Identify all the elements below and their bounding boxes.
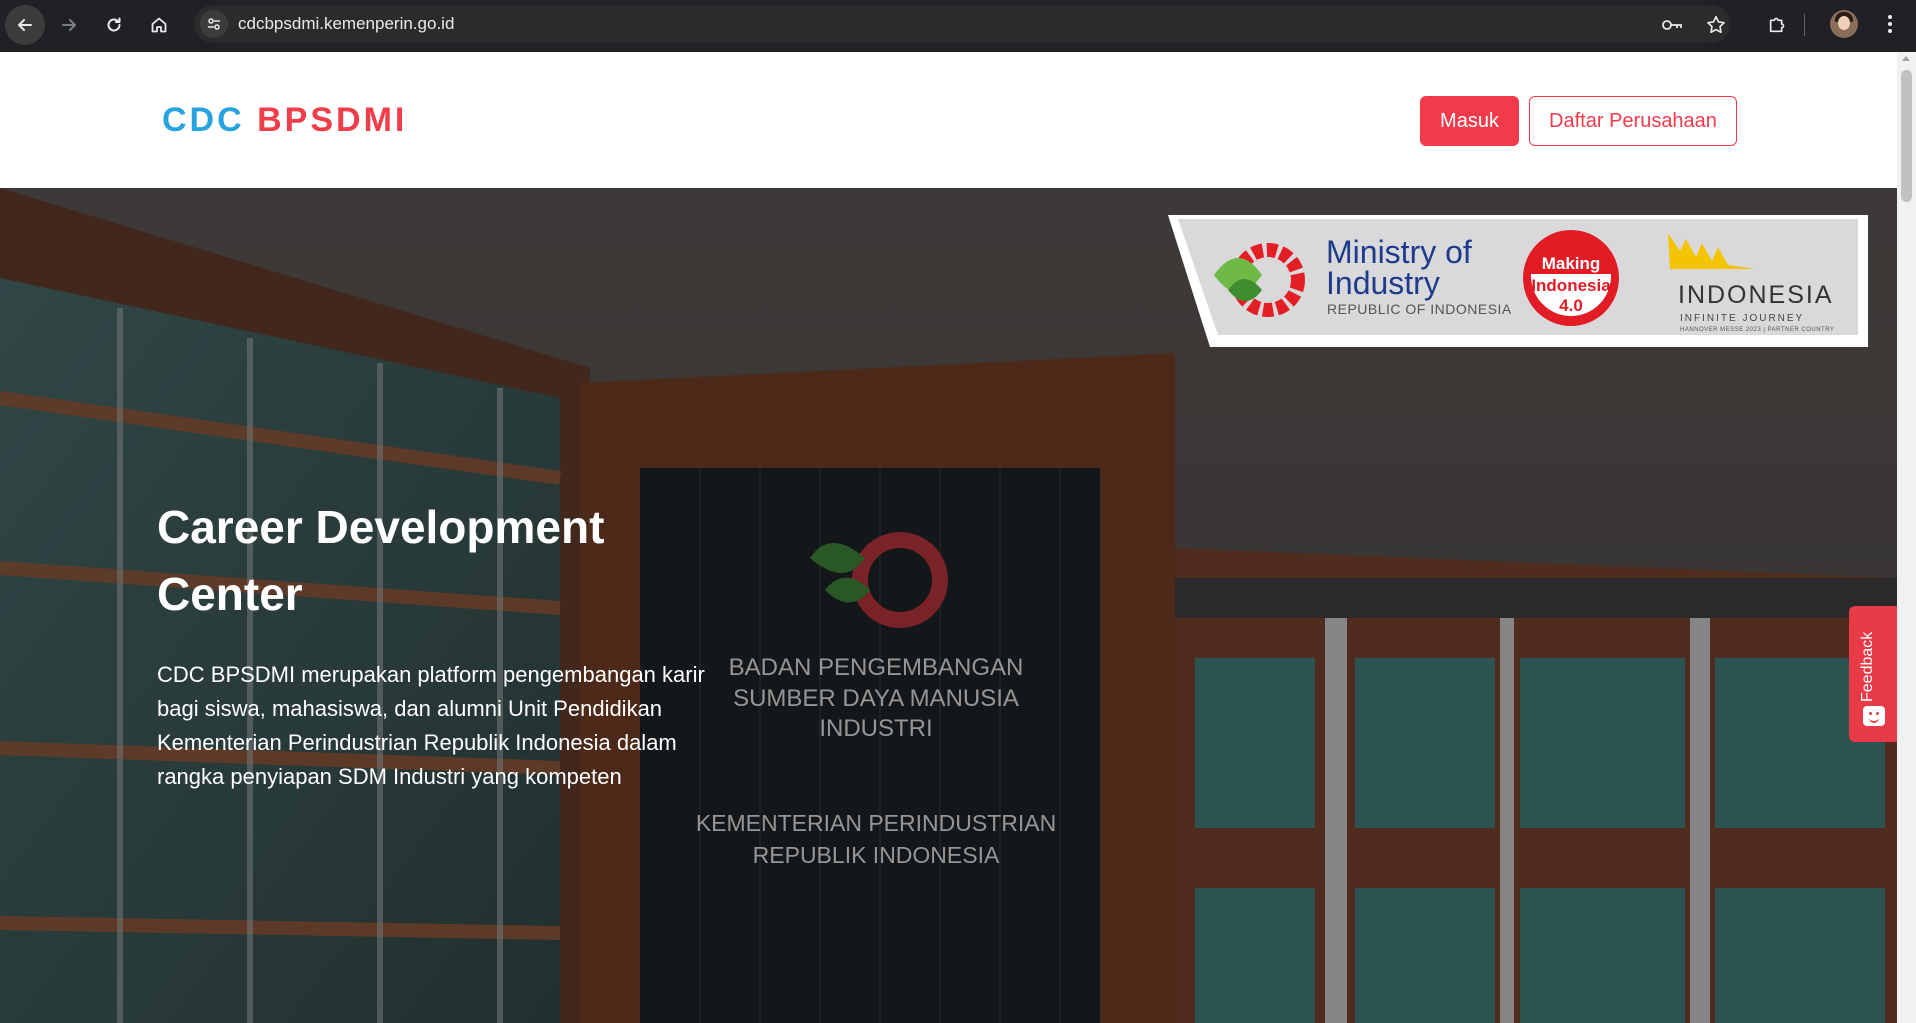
ministry-gear-logo [1214, 243, 1305, 317]
toolbar-divider [1804, 14, 1805, 36]
reload-icon [107, 17, 121, 32]
register-company-button[interactable]: Daftar Perusahaan [1529, 96, 1737, 146]
logo-cdc: CDC [162, 101, 245, 139]
indonesia-ijourney-wave-icon [1668, 233, 1756, 269]
scroll-up-arrow-icon[interactable] [1902, 56, 1910, 61]
indonesia-wordmark: INDONESIA [1678, 281, 1834, 309]
making-indonesia-logo: Making Indonesia 4.0 [1523, 230, 1619, 326]
indonesia-tagline: INFINITE JOURNEY [1680, 313, 1805, 324]
tune-icon [208, 18, 220, 30]
home-icon [151, 17, 167, 33]
feedback-label: Feedback [1859, 631, 1876, 702]
ministry-subtitle: REPUBLIC OF INDONESIA [1327, 301, 1512, 317]
feedback-smile-icon [1863, 706, 1885, 726]
ministry-name: Ministry of Industry [1326, 234, 1472, 301]
hero-description: CDC BPSDMI merupakan platform pengembang… [157, 662, 705, 789]
arrow-left-icon [18, 19, 32, 31]
puzzle-icon [1769, 17, 1785, 33]
feedback-tab[interactable]: Feedback [1849, 606, 1897, 742]
extensions-button[interactable] [1764, 10, 1792, 38]
site-logo[interactable]: CDC BPSDMI [162, 100, 407, 140]
login-button[interactable]: Masuk [1420, 96, 1519, 146]
bookmark-button[interactable] [1704, 13, 1728, 37]
making-line2: Indonesia [1531, 276, 1611, 295]
page-viewport: CDC BPSDMI Masuk Daftar Perusahaan BADAN… [0, 52, 1897, 1023]
url-text[interactable]: cdcbpsdmi.kemenperin.go.id [238, 15, 454, 33]
page-scrollbar[interactable] [1897, 52, 1916, 1023]
site-header: CDC BPSDMI Masuk Daftar Perusahaan [0, 52, 1897, 188]
key-icon [1662, 20, 1682, 30]
making-line1: Making [1541, 254, 1601, 273]
profile-avatar[interactable] [1830, 10, 1858, 38]
hero-section: BADAN PENGEMBANGAN SUMBER DAYA MANUSIA I… [0, 188, 1897, 1023]
sponsor-banner: Ministry of Industry REPUBLIC OF INDONES… [1168, 215, 1868, 347]
browser-menu-button[interactable] [1876, 10, 1904, 38]
browser-toolbar: cdcbpsdmi.kemenperin.go.id [0, 0, 1916, 52]
forward-button[interactable] [49, 5, 89, 45]
back-button[interactable] [5, 5, 45, 45]
making-line3: 4.0 [1559, 296, 1583, 315]
ministry-line1: Ministry of [1326, 234, 1472, 270]
indonesia-event: HANNOVER MESSE 2023 | PARTNER COUNTRY [1680, 327, 1835, 333]
hero-title: Career Development Center [157, 501, 605, 620]
address-bar[interactable]: cdcbpsdmi.kemenperin.go.id [194, 5, 1730, 43]
password-key-button[interactable] [1660, 13, 1684, 37]
star-icon [1707, 15, 1725, 34]
reload-button[interactable] [94, 5, 134, 45]
more-vertical-icon [1888, 15, 1892, 33]
logo-bpsdmi: BPSDMI [257, 101, 408, 139]
arrow-right-icon [62, 19, 76, 31]
ministry-line2: Industry [1326, 265, 1440, 301]
scrollbar-thumb[interactable] [1901, 70, 1912, 202]
home-button[interactable] [139, 5, 179, 45]
site-info-button[interactable] [200, 10, 228, 38]
